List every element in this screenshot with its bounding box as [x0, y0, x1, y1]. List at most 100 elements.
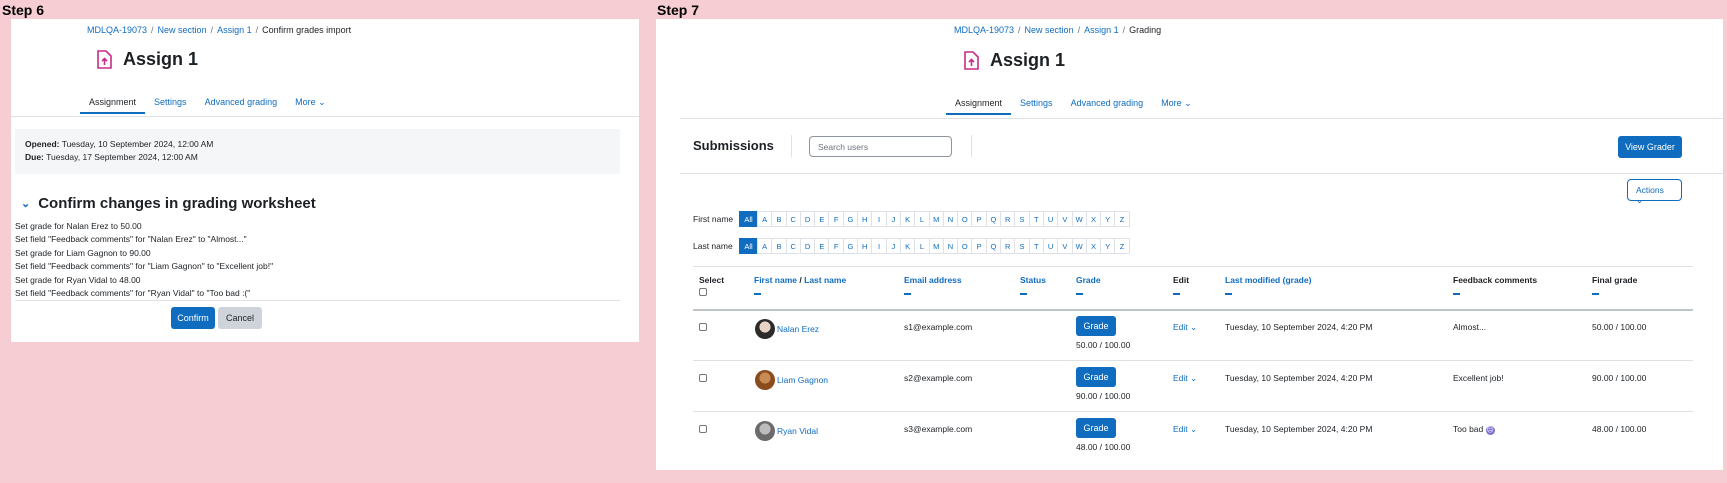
first-name-initial-letter[interactable]: All	[739, 211, 758, 227]
first-name-initial-letter[interactable]: D	[799, 211, 816, 227]
breadcrumb-section[interactable]: New section	[158, 25, 207, 35]
sort-grade[interactable]: Grade	[1076, 275, 1101, 285]
first-name-initial-letter[interactable]: C	[785, 211, 801, 227]
first-name-initial-letter[interactable]: V	[1057, 211, 1073, 227]
first-name-initial-letter[interactable]: S	[1014, 211, 1030, 227]
grade-button[interactable]: Grade	[1076, 418, 1116, 438]
first-name-initial-letter[interactable]: Y	[1100, 211, 1116, 227]
actions-dropdown[interactable]: Actions ⌄	[1627, 179, 1682, 205]
last-name-initial-letter[interactable]: B	[771, 238, 787, 254]
tab-more[interactable]: More ⌄	[1152, 95, 1201, 115]
breadcrumb-assign[interactable]: Assign 1	[1084, 25, 1119, 35]
last-name-initial-letter[interactable]: Y	[1100, 238, 1116, 254]
last-name-initial-letter[interactable]: D	[799, 238, 816, 254]
last-name-initial-letter[interactable]: A	[757, 238, 773, 254]
sort-last-modified[interactable]: Last modified (grade)	[1225, 275, 1311, 285]
last-name-initial-letter[interactable]: P	[971, 238, 987, 254]
edit-menu[interactable]: Edit ⌄	[1173, 373, 1197, 384]
last-name-initial-letter[interactable]: K	[899, 238, 916, 254]
cancel-button[interactable]: Cancel	[218, 307, 262, 329]
last-name-initial-letter[interactable]: J	[885, 238, 901, 254]
row-select-checkbox[interactable]	[699, 374, 707, 382]
view-grader-button[interactable]: View Grader	[1618, 136, 1682, 158]
last-name-initial-letter[interactable]: T	[1028, 238, 1044, 254]
first-name-initial-letter[interactable]: L	[914, 211, 930, 227]
sort-first-name[interactable]: First name	[754, 275, 797, 285]
last-name-initial-letter[interactable]: F	[828, 238, 844, 254]
last-name-initial-letter[interactable]: Z	[1114, 238, 1130, 254]
sort-email[interactable]: Email address	[904, 275, 962, 285]
first-name-initial-letter[interactable]: G	[842, 211, 859, 227]
collapse-column-icon[interactable]	[1173, 293, 1180, 295]
last-name-initial-letter[interactable]: C	[785, 238, 801, 254]
collapse-column-icon[interactable]	[1225, 293, 1232, 295]
last-name-initial-letter[interactable]: S	[1014, 238, 1030, 254]
first-name-initial-letter[interactable]: N	[942, 211, 959, 227]
edit-menu[interactable]: Edit ⌄	[1173, 322, 1197, 333]
first-name-initial-letter[interactable]: H	[857, 211, 873, 227]
last-name-initial-letter[interactable]: E	[814, 238, 830, 254]
collapse-chevron-icon[interactable]: ⌄	[21, 197, 30, 210]
first-name-initial-letter[interactable]: B	[771, 211, 787, 227]
sort-last-name[interactable]: Last name	[804, 275, 846, 285]
sort-status[interactable]: Status	[1020, 275, 1046, 285]
collapse-column-icon[interactable]	[1592, 293, 1599, 295]
grade-button[interactable]: Grade	[1076, 367, 1116, 387]
breadcrumb-course[interactable]: MDLQA-19073	[954, 25, 1014, 35]
edit-menu[interactable]: Edit ⌄	[1173, 424, 1197, 435]
last-name-initial-letter[interactable]: U	[1042, 238, 1059, 254]
first-name-initial-letter[interactable]: T	[1028, 211, 1044, 227]
breadcrumb-course[interactable]: MDLQA-19073	[87, 25, 147, 35]
last-name-initial-letter[interactable]: I	[871, 238, 887, 254]
collapse-column-icon[interactable]	[1076, 293, 1083, 295]
first-name-initial-letter[interactable]: P	[971, 211, 987, 227]
grade-button[interactable]: Grade	[1076, 316, 1116, 336]
last-name-initial-letter[interactable]: X	[1085, 238, 1102, 254]
first-name-initial-letter[interactable]: J	[885, 211, 901, 227]
tab-assignment[interactable]: Assignment	[80, 94, 146, 114]
first-name-initial-letter[interactable]: R	[1000, 211, 1016, 227]
tab-settings[interactable]: Settings	[1011, 95, 1062, 115]
last-name-initial-letter[interactable]: M	[928, 238, 944, 254]
student-name-link[interactable]: Ryan Vidal	[777, 426, 818, 436]
confirm-button[interactable]: Confirm	[171, 307, 215, 329]
first-name-initial-letter[interactable]: E	[814, 211, 830, 227]
last-name-initial-letter[interactable]: H	[857, 238, 873, 254]
collapse-column-icon[interactable]	[1020, 293, 1027, 295]
student-name-link[interactable]: Liam Gagnon	[777, 375, 828, 385]
first-name-initial-letter[interactable]: Z	[1114, 211, 1130, 227]
last-name-initial-letter[interactable]: All	[739, 238, 758, 254]
first-name-initial-letter[interactable]: A	[757, 211, 773, 227]
student-name-link[interactable]: Nalan Erez	[777, 324, 819, 334]
tab-advanced-grading[interactable]: Advanced grading	[196, 94, 287, 114]
first-name-initial-letter[interactable]: O	[957, 211, 973, 227]
first-name-initial-letter[interactable]: I	[871, 211, 887, 227]
collapse-column-icon[interactable]	[754, 293, 761, 295]
last-name-initial-letter[interactable]: O	[957, 238, 973, 254]
first-name-initial-letter[interactable]: U	[1042, 211, 1059, 227]
tab-assignment[interactable]: Assignment	[946, 95, 1012, 115]
first-name-initial-letter[interactable]: K	[899, 211, 916, 227]
tab-settings[interactable]: Settings	[145, 94, 196, 114]
breadcrumb-assign[interactable]: Assign 1	[217, 25, 252, 35]
last-name-initial-letter[interactable]: L	[914, 238, 930, 254]
select-all-checkbox[interactable]	[699, 288, 707, 296]
collapse-column-icon[interactable]	[904, 293, 911, 295]
breadcrumb-section[interactable]: New section	[1025, 25, 1074, 35]
last-name-initial-letter[interactable]: G	[842, 238, 859, 254]
tab-advanced-grading[interactable]: Advanced grading	[1062, 95, 1153, 115]
last-name-initial-letter[interactable]: V	[1057, 238, 1073, 254]
confirm-section-heading[interactable]: ⌄ Confirm changes in grading worksheet	[21, 195, 316, 212]
first-name-initial-letter[interactable]: M	[928, 211, 944, 227]
search-users-input[interactable]: Search users	[809, 136, 952, 157]
row-select-checkbox[interactable]	[699, 323, 707, 331]
first-name-initial-letter[interactable]: X	[1085, 211, 1102, 227]
tab-more[interactable]: More ⌄	[286, 94, 335, 114]
first-name-initial-letter[interactable]: F	[828, 211, 844, 227]
collapse-column-icon[interactable]	[1453, 293, 1460, 295]
first-name-initial-letter[interactable]: Q	[985, 211, 1002, 227]
row-select-checkbox[interactable]	[699, 425, 707, 433]
last-name-initial-letter[interactable]: W	[1071, 238, 1087, 254]
last-name-initial-letter[interactable]: N	[942, 238, 959, 254]
first-name-initial-letter[interactable]: W	[1071, 211, 1087, 227]
